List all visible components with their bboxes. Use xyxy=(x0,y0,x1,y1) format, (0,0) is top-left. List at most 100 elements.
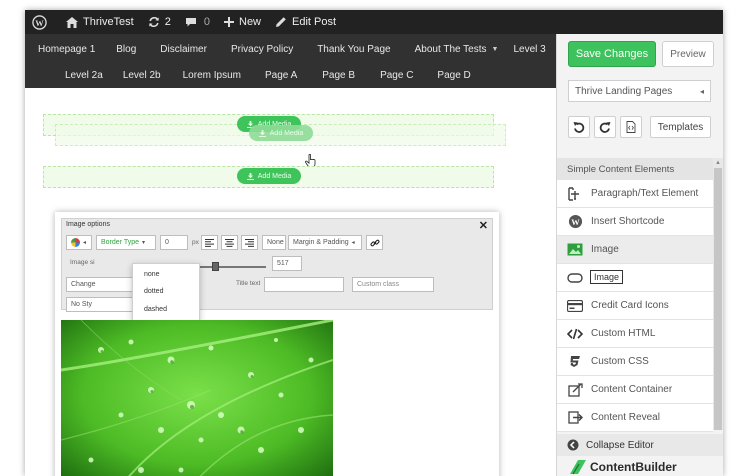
nav-row-1: Homepage 1 Blog Disclaimer Privacy Polic… xyxy=(29,36,555,62)
element-image[interactable]: Image xyxy=(557,236,713,264)
link-button[interactable] xyxy=(366,235,383,250)
comments-count: 0 xyxy=(203,16,210,28)
editor-sidebar: Save Changes Preview Thrive Landing Page… xyxy=(556,34,723,476)
collapse-label: Collapse Editor xyxy=(586,439,654,451)
border-width-input[interactable]: 0 xyxy=(160,235,188,250)
close-icon[interactable]: ✕ xyxy=(479,219,488,232)
template-select-value: Thrive Landing Pages xyxy=(575,85,673,97)
nav-item[interactable]: Page D xyxy=(425,70,482,81)
chevron-left-icon: ◂ xyxy=(351,240,355,246)
element-content-reveal[interactable]: Content Reveal xyxy=(557,404,713,432)
chevron-down-icon: ▼ xyxy=(491,45,499,53)
nav-item[interactable]: Level 3 xyxy=(507,44,554,55)
comments-button[interactable]: 0 xyxy=(178,10,217,34)
element-custom-html[interactable]: Custom HTML xyxy=(557,320,713,348)
css-icon xyxy=(567,354,583,370)
scrollbar-thumb[interactable] xyxy=(714,168,722,430)
title-text-input[interactable] xyxy=(264,277,344,292)
element-custom-css[interactable]: Custom CSS xyxy=(557,348,713,376)
preview-button[interactable]: Preview xyxy=(662,41,714,67)
nav-item-about-tests[interactable]: About The Tests ▼ xyxy=(403,44,508,55)
align-center-icon xyxy=(225,238,234,247)
undo-button[interactable] xyxy=(568,116,590,138)
dropdown-option[interactable]: none xyxy=(144,271,160,278)
align-right-button[interactable] xyxy=(241,235,258,250)
nav-item[interactable]: Thank You Page xyxy=(305,44,402,55)
site-name-button[interactable]: ThriveTest xyxy=(59,10,141,34)
templates-button[interactable]: Templates xyxy=(650,116,711,138)
editor-canvas[interactable]: Add Media Add Media Add Media Image opti… xyxy=(25,88,556,476)
add-media-button-dragging[interactable]: Add Media xyxy=(249,125,313,141)
element-shortcode[interactable]: W Insert Shortcode xyxy=(557,208,713,236)
nav-item[interactable]: Homepage 1 xyxy=(29,44,104,55)
element-credit-card[interactable]: Credit Card Icons xyxy=(557,292,713,320)
sidebar-scrollbar[interactable]: ▲ xyxy=(713,158,723,430)
leaf-image[interactable] xyxy=(61,320,333,476)
border-type-select[interactable]: Border Type ▾ xyxy=(96,235,156,250)
html-view-button[interactable] xyxy=(620,116,642,138)
nav-item[interactable]: Level 2b xyxy=(113,70,171,81)
redo-button[interactable] xyxy=(594,116,616,138)
element-label: Content Reveal xyxy=(591,412,660,423)
leaf-logo-icon xyxy=(570,460,586,475)
element-label: Insert Shortcode xyxy=(591,216,665,227)
admin-bar: W ThriveTest 2 0 New Edit Post xyxy=(25,10,723,34)
nav-item[interactable]: Disclaimer xyxy=(148,44,219,55)
custom-class-placeholder: Custom class xyxy=(357,281,400,288)
browser-frame: W ThriveTest 2 0 New Edit Post Homepage … xyxy=(25,10,723,476)
align-right-icon xyxy=(245,238,254,247)
updates-button[interactable]: 2 xyxy=(141,10,178,34)
element-paragraph[interactable]: Paragraph/Text Element xyxy=(557,180,713,208)
title-text-label: Title text xyxy=(236,280,261,287)
new-button[interactable]: New xyxy=(217,10,268,34)
add-media-button[interactable]: Add Media xyxy=(237,168,301,184)
chevron-left-icon: ◂ xyxy=(83,240,87,246)
collapse-editor-button[interactable]: Collapse Editor xyxy=(557,434,723,456)
nav-item[interactable]: Page C xyxy=(368,70,425,81)
none-label: None xyxy=(267,239,284,246)
simple-elements-heading[interactable]: Simple Content Elements xyxy=(557,158,713,180)
dropdown-option[interactable]: dashed xyxy=(144,306,167,313)
margin-padding-label: Margin & Padding xyxy=(293,239,349,246)
button-icon xyxy=(567,270,583,286)
svg-text:W: W xyxy=(35,17,44,27)
collapse-icon xyxy=(567,439,579,451)
element-label: Credit Card Icons xyxy=(591,300,669,311)
custom-class-input[interactable]: Custom class xyxy=(352,277,434,292)
nav-row-2: Level 2a Level 2b Lorem Ipsum Page A Pag… xyxy=(55,62,483,88)
site-navigation: Homepage 1 Blog Disclaimer Privacy Polic… xyxy=(25,34,556,88)
color-wheel-icon xyxy=(71,238,80,247)
change-label: Change xyxy=(71,281,96,288)
save-changes-button[interactable]: Save Changes xyxy=(568,41,656,67)
tooltip: Image xyxy=(590,270,624,284)
element-content-container[interactable]: Content Container xyxy=(557,376,713,404)
image-size-slider-handle[interactable] xyxy=(212,262,219,271)
px-unit-label: px xyxy=(192,239,199,246)
image-size-input[interactable]: 517 xyxy=(272,256,302,271)
refresh-icon xyxy=(148,17,159,27)
element-button[interactable]: Image xyxy=(557,264,713,292)
color-picker-button[interactable]: ◂ xyxy=(66,235,92,250)
scroll-up-icon[interactable]: ▲ xyxy=(715,160,721,166)
wordpress-logo-button[interactable]: W xyxy=(25,10,59,34)
align-center-button[interactable] xyxy=(221,235,238,250)
nav-item[interactable]: Page A xyxy=(253,70,309,81)
dropdown-option[interactable]: dotted xyxy=(144,288,163,295)
align-none-button[interactable]: None xyxy=(262,235,286,250)
nav-item-label: About The Tests xyxy=(414,43,487,55)
image-size-value: 517 xyxy=(277,260,289,267)
align-left-button[interactable] xyxy=(201,235,218,250)
nav-item[interactable]: Privacy Policy xyxy=(219,44,305,55)
nav-item[interactable]: Page B xyxy=(309,70,368,81)
download-icon xyxy=(246,172,254,180)
edit-post-button[interactable]: Edit Post xyxy=(268,10,343,34)
margin-padding-button[interactable]: Margin & Padding ◂ xyxy=(288,235,362,250)
image-options-toolbar: Image options ✕ ◂ Border Type ▾ 0 px Non… xyxy=(61,218,493,425)
nav-item[interactable]: Level 2a xyxy=(55,70,113,81)
template-select[interactable]: Thrive Landing Pages ◂ xyxy=(568,80,711,102)
content-builder-logo: ContentBuilder xyxy=(569,458,677,476)
nav-item[interactable]: Lorem Ipsum xyxy=(171,70,253,81)
paragraph-icon xyxy=(567,186,583,202)
no-style-label: No Sty xyxy=(71,301,93,308)
nav-item[interactable]: Blog xyxy=(104,44,148,55)
